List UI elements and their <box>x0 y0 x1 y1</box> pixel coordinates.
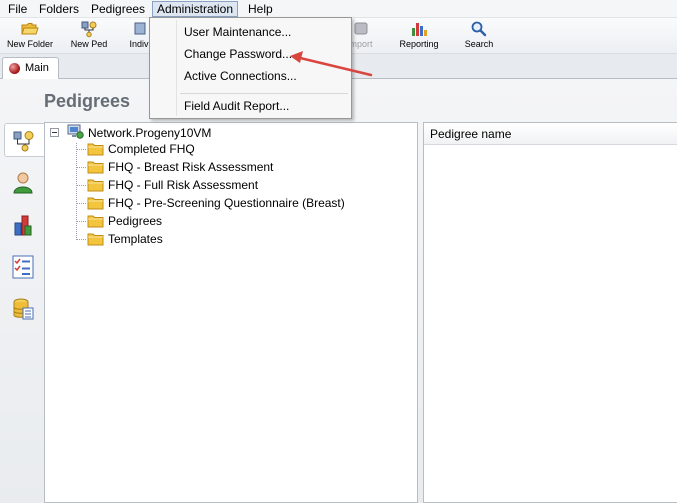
tree-folder-label: FHQ - Full Risk Assessment <box>108 178 259 192</box>
tab-main[interactable]: Main <box>2 57 59 80</box>
tree-folder-item[interactable]: Pedigrees <box>76 212 376 230</box>
tree-folder-item[interactable]: FHQ - Pre-Screening Questionnaire (Breas… <box>76 194 376 212</box>
menu-separator <box>180 93 348 94</box>
bar-chart-icon <box>412 23 427 36</box>
grid-header: Pedigree name <box>424 123 677 145</box>
column-header-pedigree-name[interactable]: Pedigree name <box>430 127 511 141</box>
menu-item-user-maintenance[interactable]: User Maintenance... <box>152 22 349 42</box>
menu-pedigrees[interactable]: Pedigrees <box>87 1 149 17</box>
folder-icon <box>87 215 104 228</box>
tree-folder-label: FHQ - Pre-Screening Questionnaire (Breas… <box>108 196 345 210</box>
tree-folder-item[interactable]: Completed FHQ <box>76 140 376 158</box>
tab-main-label: Main <box>25 62 49 74</box>
network-computer-icon <box>67 124 84 139</box>
checklist-icon <box>12 255 34 279</box>
menu-help[interactable]: Help <box>244 1 277 17</box>
import-icon <box>354 22 368 35</box>
rail-item-individuals[interactable] <box>4 165 40 199</box>
pedigree-list-panel: Pedigree name <box>423 122 677 503</box>
folder-icon <box>87 179 104 192</box>
rail-item-questionnaires[interactable] <box>4 249 40 283</box>
rail-item-reports[interactable] <box>4 207 40 241</box>
search-icon <box>471 21 487 37</box>
menu-item-field-audit-report[interactable]: Field Audit Report... <box>152 96 349 116</box>
folder-icon <box>87 161 104 174</box>
tree-folder-label: FHQ - Breast Risk Assessment <box>108 160 274 174</box>
new-ped-button[interactable]: New Ped <box>67 20 111 52</box>
new-folder-label: New Folder <box>6 39 53 49</box>
new-ped-label: New Ped <box>70 39 108 49</box>
tree-folder-label: Templates <box>108 232 163 246</box>
pedigree-icon <box>81 21 97 38</box>
main-tab-icon <box>9 63 20 74</box>
reporting-label: Reporting <box>399 39 439 49</box>
individual-button[interactable]: Indiv <box>128 20 150 52</box>
rail-item-pedigrees[interactable] <box>4 123 45 157</box>
side-rail <box>0 123 45 503</box>
menu-administration[interactable]: Administration <box>152 1 239 17</box>
individual-label: Indiv <box>129 39 149 49</box>
menu-bar: File Folders Pedigrees Administration He… <box>0 0 677 18</box>
rail-item-data[interactable] <box>4 291 40 325</box>
administration-dropdown: User Maintenance... Change Password... A… <box>149 17 352 119</box>
menu-item-change-password[interactable]: Change Password... <box>152 44 349 64</box>
search-button[interactable]: Search <box>461 20 497 52</box>
person-icon <box>13 172 33 194</box>
chart-icon <box>14 215 32 236</box>
folder-tree-panel: Network.Progeny10VM Completed FHQ FHQ - … <box>44 122 418 503</box>
folder-icon <box>87 233 104 246</box>
tree-folder-item[interactable]: FHQ - Full Risk Assessment <box>76 176 376 194</box>
menu-item-active-connections[interactable]: Active Connections... <box>152 66 349 86</box>
tree-folder-label: Pedigrees <box>108 214 163 228</box>
individual-icon <box>134 22 146 35</box>
tree-folder-item[interactable]: Templates <box>76 230 376 248</box>
tree-collapse-toggle[interactable] <box>50 128 59 137</box>
tree-root-label[interactable]: Network.Progeny10VM <box>88 126 211 140</box>
tree-folder-label: Completed FHQ <box>108 142 195 156</box>
folder-icon <box>87 143 104 156</box>
database-icon <box>13 298 34 320</box>
page-title: Pedigrees <box>44 91 131 111</box>
search-label: Search <box>464 39 494 49</box>
open-folder-icon <box>21 23 39 35</box>
pedigree-tree-icon <box>13 131 34 152</box>
menu-folders[interactable]: Folders <box>35 1 83 17</box>
main-content: Pedigrees Network.Progeny10VM Completed … <box>0 79 677 503</box>
new-folder-button[interactable]: New Folder <box>4 20 56 52</box>
menu-file[interactable]: File <box>4 1 31 17</box>
reporting-button[interactable]: Reporting <box>395 20 443 52</box>
tree-folder-item[interactable]: FHQ - Breast Risk Assessment <box>76 158 376 176</box>
folder-icon <box>87 197 104 210</box>
